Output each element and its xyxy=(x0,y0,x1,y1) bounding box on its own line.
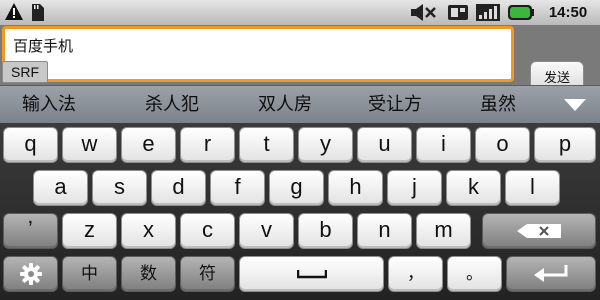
message-text: 百度手机 xyxy=(13,37,74,55)
key-apostrophe[interactable]: ʼ xyxy=(3,213,58,249)
space-key[interactable] xyxy=(239,256,384,292)
key-d[interactable]: d xyxy=(151,170,206,206)
candidate-item[interactable]: 虽然 xyxy=(480,86,516,124)
key-n[interactable]: n xyxy=(357,213,412,249)
key-b[interactable]: b xyxy=(298,213,353,249)
settings-key[interactable] xyxy=(3,256,58,292)
key-s[interactable]: s xyxy=(92,170,147,206)
period-key[interactable]: 。 xyxy=(447,256,502,292)
candidate-item[interactable]: 受让方 xyxy=(368,86,422,124)
key-q[interactable]: q xyxy=(3,127,58,163)
key-p[interactable]: p xyxy=(534,127,596,163)
sim-icon xyxy=(448,5,468,20)
key-h[interactable]: h xyxy=(328,170,383,206)
key-i[interactable]: i xyxy=(416,127,471,163)
expand-candidates-icon[interactable] xyxy=(563,98,587,112)
key-x[interactable]: x xyxy=(121,213,176,249)
key-m[interactable]: m xyxy=(416,213,471,249)
warning-icon xyxy=(5,3,23,20)
backspace-icon xyxy=(517,224,561,238)
soft-keyboard: q w e r t y u i o p a s d f g h j k l ʼ … xyxy=(0,123,600,300)
status-bar: 14:50 xyxy=(0,0,600,25)
symbols-mode-key[interactable]: 符 xyxy=(180,256,235,292)
sd-card-icon xyxy=(32,4,44,21)
clock: 14:50 xyxy=(548,4,588,21)
key-v[interactable]: v xyxy=(239,213,294,249)
key-f[interactable]: f xyxy=(210,170,265,206)
candidate-item[interactable]: 输入法 xyxy=(22,86,76,124)
key-y[interactable]: y xyxy=(298,127,353,163)
enter-icon xyxy=(534,265,568,282)
numbers-mode-key[interactable]: 数 xyxy=(121,256,176,292)
key-o[interactable]: o xyxy=(475,127,530,163)
comma-key[interactable]: ， xyxy=(388,256,443,292)
candidate-bar: 输入法 杀人犯 双人房 受让方 虽然 xyxy=(0,85,600,123)
key-a[interactable]: a xyxy=(33,170,88,206)
key-u[interactable]: u xyxy=(357,127,412,163)
key-z[interactable]: z xyxy=(62,213,117,249)
message-input[interactable]: 百度手机 xyxy=(2,26,514,82)
chinese-mode-key[interactable]: 中 xyxy=(62,256,117,292)
key-j[interactable]: j xyxy=(387,170,442,206)
key-e[interactable]: e xyxy=(121,127,176,163)
key-t[interactable]: t xyxy=(239,127,294,163)
signal-icon xyxy=(476,4,500,21)
delete-key[interactable] xyxy=(482,213,596,249)
key-w[interactable]: w xyxy=(62,127,117,163)
key-k[interactable]: k xyxy=(446,170,501,206)
key-r[interactable]: r xyxy=(180,127,235,163)
space-icon xyxy=(296,270,327,279)
candidate-item[interactable]: 杀人犯 xyxy=(145,86,199,124)
key-l[interactable]: l xyxy=(505,170,560,206)
candidate-item[interactable]: 双人房 xyxy=(258,86,312,124)
key-g[interactable]: g xyxy=(269,170,324,206)
key-c[interactable]: c xyxy=(180,213,235,249)
enter-key[interactable] xyxy=(506,256,596,292)
input-area: 百度手机 发送 xyxy=(0,25,600,97)
gear-icon xyxy=(19,263,42,285)
mute-icon xyxy=(411,4,436,21)
battery-icon xyxy=(508,5,534,20)
ime-mode-badge: SRF xyxy=(2,61,48,83)
